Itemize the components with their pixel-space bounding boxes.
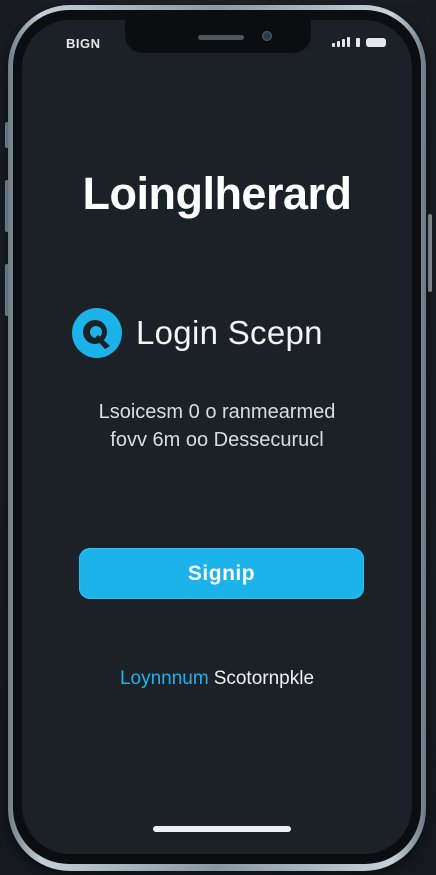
description-line-2: fovv 6m oo Dessecurucl (110, 429, 324, 451)
wifi-icon (356, 37, 360, 47)
status-time: BIGN (66, 36, 101, 51)
footer-link[interactable]: Loynnnum Scotornpkle (22, 668, 412, 690)
battery-icon (366, 37, 386, 47)
signal-icon (332, 37, 350, 47)
circle-logo-icon (72, 308, 122, 358)
signup-button[interactable]: Signip (79, 548, 364, 599)
speaker-grille (198, 35, 244, 40)
phone-screen: BIGN Loinglherard Login Scepn Lsoicesm 0… (22, 20, 412, 854)
side-button-power (428, 214, 432, 292)
description-line-1: Lsoicesm 0 o ranmearmed (98, 401, 336, 423)
screen-title: Login Scepn (136, 314, 323, 351)
screen-header: Login Scepn (72, 308, 323, 358)
camera-icon (262, 31, 272, 41)
status-icons (332, 37, 386, 47)
description-text: Lsoicesm 0 o ranmearmed fovv 6m oo Desse… (22, 398, 412, 454)
notch (125, 20, 311, 53)
home-indicator[interactable] (153, 826, 291, 832)
footer-link-part-1[interactable]: Loynnnum (120, 668, 209, 689)
footer-link-part-2[interactable]: Scotornpkle (214, 668, 314, 689)
app-title: Loinglherard (82, 168, 352, 219)
